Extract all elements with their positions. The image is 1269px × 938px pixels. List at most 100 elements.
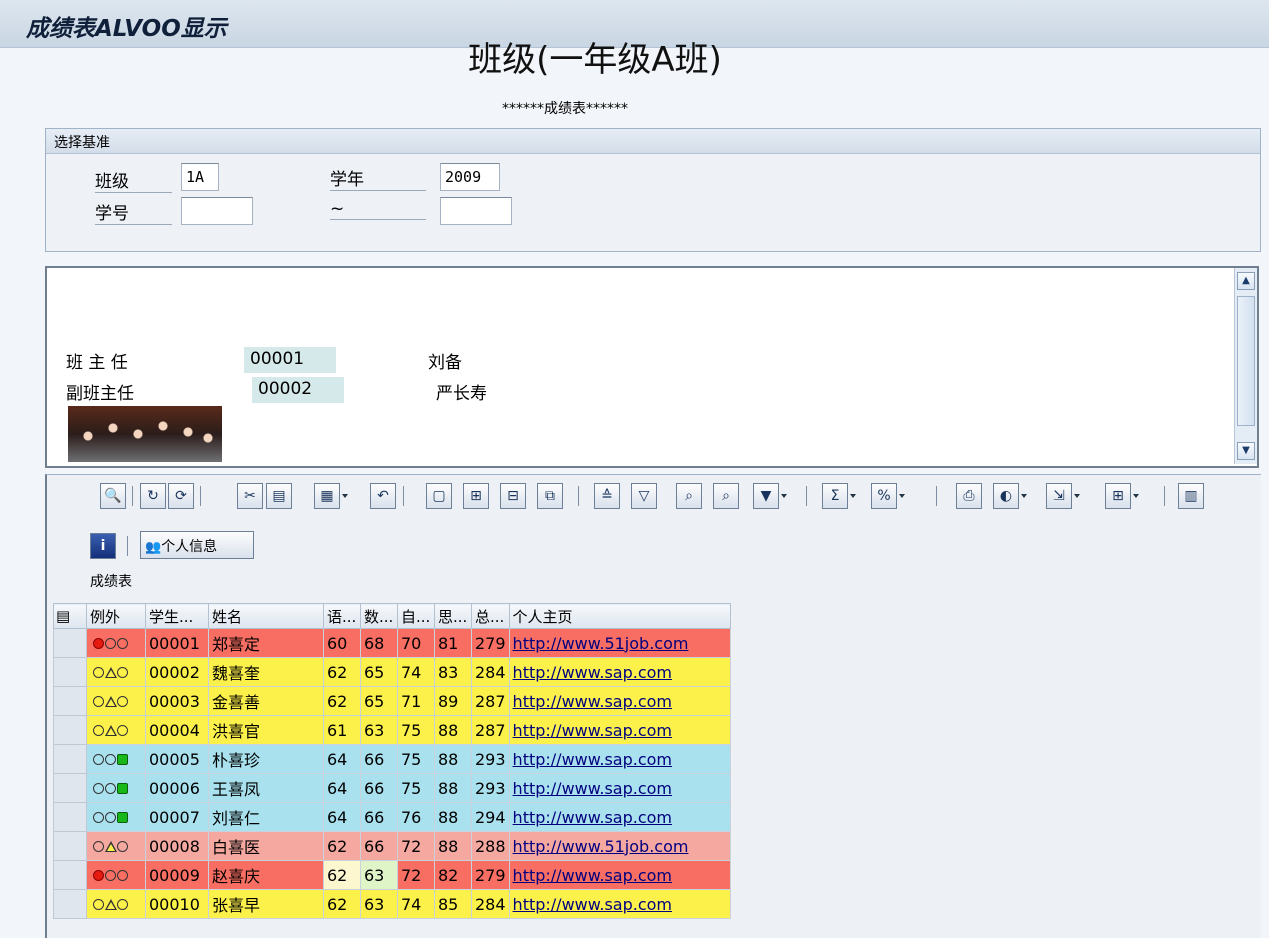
sort-ascending-icon[interactable]: ≙ (594, 483, 620, 509)
traffic-light-yellow-icon (90, 723, 130, 739)
export-icon[interactable]: ⇲ (1046, 483, 1080, 509)
column-header[interactable]: 数... (360, 603, 398, 629)
student-name-cell: 郑喜定 (208, 628, 324, 658)
insert-row-icon[interactable]: ⊞ (463, 483, 489, 509)
homepage-link[interactable]: http://www.sap.com (508, 744, 731, 774)
exception-cell (86, 628, 146, 658)
homepage-link[interactable]: http://www.sap.com (508, 860, 731, 890)
column-header[interactable]: 例外 (86, 603, 146, 629)
views-icon[interactable]: ◐ (993, 483, 1027, 509)
table-row[interactable]: 00004 洪喜官 61 63 75 88 287 http://www.sap.com (53, 715, 731, 745)
student-id-cell: 00006 (145, 773, 209, 803)
column-header[interactable]: 思... (434, 603, 472, 629)
row-selector[interactable] (53, 744, 87, 774)
score-ethics-cell: 88 (434, 715, 472, 745)
column-header[interactable]: 姓名 (208, 603, 324, 629)
score-math-cell: 66 (360, 802, 398, 832)
table-row[interactable]: 00002 魏喜奎 62 65 74 83 284 http://www.sap.com (53, 657, 731, 687)
row-selector[interactable] (53, 686, 87, 716)
class-title: 班级(一年级A班) (468, 40, 722, 80)
cut-icon[interactable]: ✂ (237, 483, 263, 509)
homepage-link[interactable]: http://www.51job.com (508, 831, 731, 861)
score-math-cell: 65 (360, 686, 398, 716)
student-id-cell: 00004 (145, 715, 209, 745)
score-total-cell: 288 (471, 831, 510, 861)
table-row[interactable]: 00006 王喜凤 64 66 75 88 293 http://www.sap.com (53, 773, 731, 803)
column-header[interactable]: 学生... (145, 603, 209, 629)
row-selector[interactable] (53, 889, 87, 919)
student-id-cell: 00007 (145, 802, 209, 832)
column-header[interactable]: 自... (397, 603, 435, 629)
copy-row-icon[interactable]: ⧉ (537, 483, 563, 509)
class-field[interactable]: 1A (181, 163, 219, 191)
report-heading: ******成绩表****** (502, 101, 628, 117)
copy-icon[interactable]: ▤ (266, 483, 292, 509)
subtotal-icon[interactable]: % (871, 483, 905, 509)
exception-cell (86, 831, 146, 861)
score-science-cell: 74 (397, 657, 435, 687)
select-all-icon[interactable]: ▤ (53, 603, 87, 629)
score-science-cell: 75 (397, 744, 435, 774)
new-row-icon[interactable]: ▢ (426, 483, 452, 509)
print-icon[interactable]: ⎙ (956, 483, 982, 509)
score-chinese-cell: 62 (323, 860, 361, 890)
traffic-light-yellow-icon (90, 665, 130, 681)
personal-info-button[interactable]: 👥个人信息 (140, 531, 254, 559)
arrow-down-icon[interactable]: ▼ (1237, 442, 1255, 460)
column-header[interactable]: 总... (471, 603, 510, 629)
sum-icon[interactable]: Σ (822, 483, 856, 509)
table-row[interactable]: 00010 张喜早 62 63 74 85 284 http://www.sap.com (53, 889, 731, 919)
graphic-icon[interactable]: ▥ (1178, 483, 1204, 509)
student-no-from-field[interactable] (181, 197, 253, 225)
row-selector[interactable] (53, 802, 87, 832)
find-icon[interactable]: ⌕ (676, 483, 702, 509)
score-science-cell: 72 (397, 831, 435, 861)
student-no-to-field[interactable] (440, 197, 512, 225)
score-math-cell: 66 (360, 744, 398, 774)
row-selector[interactable] (53, 831, 87, 861)
student-no-label: 学号 (95, 199, 172, 225)
table-row[interactable]: 00005 朴喜珍 64 66 75 88 293 http://www.sap.com (53, 744, 731, 774)
sort-descending-icon[interactable]: ▽ (631, 483, 657, 509)
student-name-cell: 张喜早 (208, 889, 324, 919)
layout-icon[interactable]: ⊞ (1105, 483, 1139, 509)
row-selector[interactable] (53, 657, 87, 687)
arrow-up-icon[interactable]: ▲ (1237, 272, 1255, 290)
column-header[interactable]: 个人主页 (508, 603, 731, 629)
score-science-cell: 70 (397, 628, 435, 658)
row-selector[interactable] (53, 773, 87, 803)
table-row[interactable]: 00008 白喜医 62 66 72 88 288 http://www.51job.com (53, 831, 731, 861)
row-selector[interactable] (53, 628, 87, 658)
table-row[interactable]: 00003 金喜善 62 65 71 89 287 http://www.sap.com (53, 686, 731, 716)
row-selector[interactable] (53, 715, 87, 745)
header-scrollbar[interactable]: ▲ ▼ (1234, 268, 1257, 464)
refresh-icon[interactable]: ↻ (140, 483, 166, 509)
column-header[interactable]: 语... (323, 603, 361, 629)
find-next-icon[interactable]: ⌕ (713, 483, 739, 509)
scroll-thumb[interactable] (1237, 296, 1255, 426)
score-science-cell: 75 (397, 773, 435, 803)
homepage-link[interactable]: http://www.sap.com (508, 773, 731, 803)
selection-frame-header: 选择基准 (46, 129, 1260, 154)
undo-icon[interactable]: ↶ (370, 483, 396, 509)
table-row[interactable]: 00001 郑喜定 60 68 70 81 279 http://www.51job.com (53, 628, 731, 658)
table-row[interactable]: 00009 赵喜庆 62 63 72 82 279 http://www.sap.com (53, 860, 731, 890)
exception-cell (86, 657, 146, 687)
row-selector[interactable] (53, 860, 87, 890)
homepage-link[interactable]: http://www.sap.com (508, 715, 731, 745)
homepage-link[interactable]: http://www.sap.com (508, 802, 731, 832)
table-row[interactable]: 00007 刘喜仁 64 66 76 88 294 http://www.sap.com (53, 802, 731, 832)
traffic-light-yellow-icon (90, 897, 130, 913)
homepage-link[interactable]: http://www.51job.com (508, 628, 731, 658)
filter-icon[interactable]: ▼ (753, 483, 787, 509)
score-chinese-cell: 64 (323, 744, 361, 774)
refresh-cycle-icon[interactable]: ⟳ (168, 483, 194, 509)
details-icon[interactable]: 🔍 (100, 483, 126, 509)
delete-row-icon[interactable]: ⊟ (500, 483, 526, 509)
year-field[interactable]: 2009 (440, 163, 500, 191)
paste-icon[interactable]: ▦ (314, 483, 348, 509)
homepage-link[interactable]: http://www.sap.com (508, 686, 731, 716)
info-icon[interactable]: i (90, 533, 116, 559)
homepage-link[interactable]: http://www.sap.com (508, 889, 731, 919)
homepage-link[interactable]: http://www.sap.com (508, 657, 731, 687)
